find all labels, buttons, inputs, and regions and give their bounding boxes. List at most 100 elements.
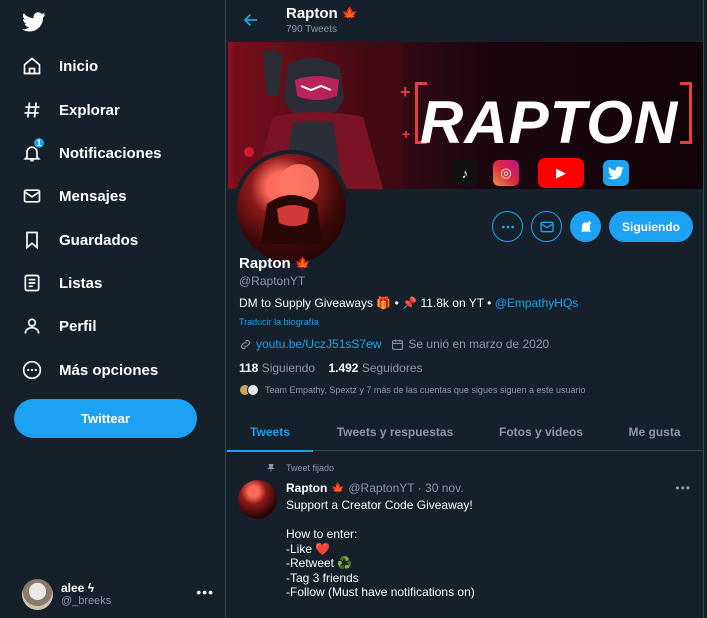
avatar — [22, 578, 53, 610]
nav-label-lists: Listas — [59, 274, 103, 292]
tweet-line — [286, 513, 475, 528]
account-switcher[interactable]: alee ϟ @_breeks ••• — [22, 578, 214, 610]
nav-item-lists[interactable]: Listas — [22, 267, 102, 299]
nav-item-more[interactable]: Más opciones — [22, 354, 158, 386]
calendar-icon — [392, 339, 404, 350]
profile-tabs: Tweets Tweets y respuestas Fotos y video… — [227, 412, 703, 452]
following-count: 118 — [239, 361, 259, 375]
page-title: Rapton 🍁 — [286, 5, 358, 22]
known-followers[interactable]: Team Empathy, Spextz y 7 más de las cuen… — [239, 384, 586, 396]
tweet-line: -Tag 3 friends — [286, 570, 359, 585]
tweet-more-icon[interactable]: ••• — [675, 481, 691, 495]
joined-date: Se unió en marzo de 2020 — [408, 337, 550, 351]
bell-plus-icon — [580, 220, 591, 233]
more-circle-icon — [22, 360, 42, 380]
notification-badge: 1 — [33, 137, 45, 149]
twitter-bird-icon[interactable] — [22, 10, 46, 34]
hashtag-icon — [24, 102, 40, 118]
banner-title: RAPTON — [420, 89, 679, 156]
nav-label-explore: Explorar — [59, 101, 120, 119]
bio-mention-link[interactable]: @EmpathyHQs — [495, 296, 579, 310]
website-link[interactable]: youtu.be/UczJ51sS7ew — [256, 337, 381, 351]
profile-name-text: Rapton — [239, 255, 291, 272]
tweet-header: Rapton 🍁 @RaptonYT · 30 nov. — [286, 481, 464, 495]
followers-count: 1.492 — [328, 361, 359, 375]
tweet-count: 790 Tweets — [286, 24, 337, 35]
nav-item-home[interactable]: Inicio — [22, 50, 98, 82]
tweet-line: -Like ❤️ — [286, 541, 331, 556]
avatar[interactable] — [238, 480, 277, 519]
nav-item-bookmarks[interactable]: Guardados — [22, 224, 138, 256]
nav-item-notifications[interactable]: 1 Notificaciones — [22, 137, 162, 169]
translate-bio-link[interactable]: Traducir la biografía — [239, 317, 319, 327]
tweet-line: How to enter: — [286, 527, 358, 541]
instagram-icon: ◎ — [493, 160, 519, 186]
nav-item-messages[interactable]: Mensajes — [22, 180, 127, 212]
person-icon — [24, 318, 40, 334]
more-button[interactable] — [492, 211, 523, 242]
tweet-time[interactable]: · 30 nov. — [418, 481, 464, 495]
nav-label-more: Más opciones — [59, 361, 159, 379]
followers-label: Seguidores — [361, 361, 423, 375]
nav-item-explore[interactable]: Explorar — [22, 94, 120, 126]
account-more-icon[interactable]: ••• — [196, 584, 214, 600]
profile-name: Rapton 🍁 — [239, 255, 311, 272]
twitter-icon — [603, 160, 629, 186]
decor-plus: + — [400, 82, 411, 102]
page-title-text: Rapton — [286, 5, 338, 22]
home-icon — [23, 57, 41, 75]
pinned-text: Tweet fijado — [286, 463, 335, 473]
banner-bracket — [680, 82, 692, 144]
account-names: alee ϟ @_breeks — [61, 581, 111, 607]
bookmark-icon — [26, 231, 38, 250]
tweet-line: Support a Creator Code Giveaway! — [286, 498, 473, 512]
maple-leaf-icon: 🍁 — [331, 483, 346, 495]
tweet-button[interactable]: Twittear — [14, 399, 197, 438]
avatar-art — [261, 164, 323, 244]
tweet-line: -Retweet ♻️ — [286, 556, 353, 570]
message-button[interactable] — [531, 211, 562, 242]
avatar — [247, 384, 259, 396]
known-followers-text: Team Empathy, Spextz y 7 más de las cuen… — [265, 385, 586, 395]
mail-icon — [539, 221, 554, 232]
following-button[interactable]: Siguiendo — [609, 211, 693, 242]
bell-icon-wrap: 1 — [22, 137, 45, 163]
tab-media[interactable]: Fotos y videos — [477, 412, 605, 451]
tab-tweets-replies[interactable]: Tweets y respuestas — [313, 412, 477, 451]
mail-icon — [23, 189, 41, 203]
nav-label-home: Inicio — [59, 57, 99, 75]
profile-bio: DM to Supply Giveaways 🎁 • 📌 11.8k on YT… — [239, 296, 578, 310]
profile-avatar[interactable] — [233, 150, 350, 267]
youtube-icon: ▶ — [538, 158, 584, 188]
list-icon — [24, 274, 40, 292]
nav-label-messages: Mensajes — [59, 187, 127, 205]
tab-likes[interactable]: Me gusta — [605, 412, 703, 451]
back-arrow-icon[interactable] — [242, 11, 260, 29]
sidebar: Inicio Explorar 1 Notificaciones Mensaje… — [0, 0, 226, 618]
followers-stat[interactable]: 1.492 Seguidores — [328, 361, 422, 375]
pin-icon — [267, 463, 275, 473]
nav-label-notifications: Notificaciones — [59, 144, 162, 162]
nav-item-profile[interactable]: Perfil — [22, 310, 97, 342]
following-stat[interactable]: 118 Siguiendo — [239, 361, 315, 375]
tab-tweets[interactable]: Tweets — [227, 412, 313, 452]
more-icon — [501, 225, 514, 228]
nav-label-profile: Perfil — [59, 317, 97, 335]
link-icon — [240, 339, 251, 349]
following-label: Siguiendo — [261, 361, 316, 375]
profile-header-bar: Rapton 🍁 790 Tweets — [227, 0, 703, 42]
tweet-handle[interactable]: @RaptonYT — [348, 481, 414, 495]
tweet-author[interactable]: Rapton — [286, 481, 327, 495]
maple-leaf-icon: 🍁 — [341, 6, 358, 21]
tweet-line: -Follow (Must have notifications on) — [286, 585, 475, 599]
maple-leaf-icon: 🍁 — [294, 256, 311, 271]
tweet-body: Support a Creator Code Giveaway! How to … — [286, 498, 475, 600]
profile-handle: @RaptonYT — [239, 274, 306, 288]
account-name: alee ϟ — [61, 581, 95, 595]
pinned-label: Tweet fijado — [266, 462, 334, 474]
follow-stats: 118 Siguiendo 1.492 Seguidores — [239, 361, 423, 375]
tiktok-icon: ♪ — [452, 160, 478, 186]
notify-button[interactable] — [570, 211, 601, 242]
profile-column: Rapton 🍁 790 Tweets + + RAPTON ♪ ◎ ▶ Sig… — [227, 0, 704, 618]
bio-text: DM to Supply Giveaways 🎁 • 📌 11.8k on YT… — [239, 296, 495, 310]
